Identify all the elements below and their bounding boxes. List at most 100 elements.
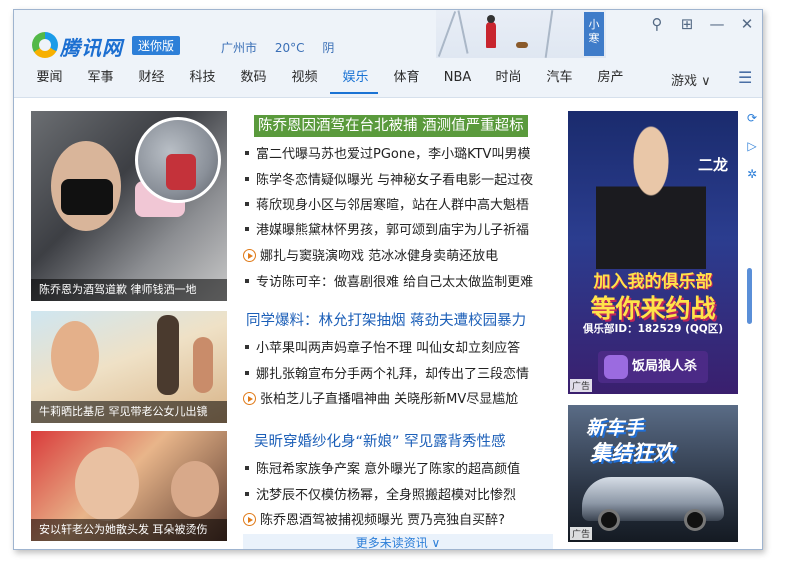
- ad-banner-racing[interactable]: 新车手 集结狂欢 广告: [568, 405, 738, 542]
- news-thumbnail[interactable]: 牛莉晒比基尼 罕见带老公女儿出镜: [31, 311, 227, 423]
- thumbnail-caption: 陈乔恩为酒驾道歉 律师钱洒一地: [31, 279, 227, 301]
- news-item[interactable]: 蒋欣现身小区与邻居寒暄，站在人群中高大魁梧: [243, 194, 563, 218]
- ad-game-logo: 饭局狼人杀: [598, 351, 708, 383]
- weather-temp: 20°C: [274, 41, 305, 55]
- scrollbar-thumb[interactable]: [747, 268, 752, 324]
- nav-item-qiche[interactable]: 汽车: [534, 68, 585, 94]
- ad-label: 广告: [570, 527, 593, 540]
- restore-icon[interactable]: ⊞: [678, 15, 696, 33]
- bullet-icon: [245, 177, 249, 181]
- nav-item-nba[interactable]: NBA: [432, 68, 483, 94]
- more-unread-button[interactable]: 更多未读资讯 ∨: [243, 534, 553, 549]
- nav-more-dropdown[interactable]: 游戏 ∨: [671, 70, 711, 89]
- news-item-text: 富二代曝马苏也爱过PGone，李小璐KTV叫男模: [256, 147, 531, 162]
- news-item[interactable]: 陈冠希家族争产案 意外曝光了陈家的超高颜值: [243, 458, 563, 482]
- bullet-icon: [245, 227, 249, 231]
- dog-figure-icon: [516, 42, 528, 48]
- nav-item-tiyu[interactable]: 体育: [381, 68, 432, 94]
- photo-figure: [75, 447, 139, 521]
- news-item-text: 专访陈可辛：做喜剧很难 给自己太太做监制更难: [256, 275, 534, 290]
- nav-item-yaowen[interactable]: 要闻: [24, 68, 75, 94]
- news-item-text: 娜扎与窦骁演吻戏 范冰冰健身卖萌还放电: [260, 249, 499, 264]
- seasonal-banner[interactable]: 小寒: [436, 10, 606, 58]
- tree-branch-icon: [437, 11, 457, 57]
- tencent-logo-icon: [32, 32, 58, 58]
- nav-item-keji[interactable]: 科技: [177, 68, 228, 94]
- ad-headline: 新车手: [586, 417, 644, 439]
- photo-inset: [135, 117, 221, 203]
- refresh-icon[interactable]: ⟳: [745, 111, 759, 125]
- photo-figure: [51, 321, 99, 391]
- ad-subheadline: 等你来约战: [590, 294, 716, 323]
- news-thumbnail[interactable]: 安以轩老公为她散头发 耳朵被烫伤: [31, 431, 227, 541]
- person-figure-icon: [486, 15, 496, 48]
- pin-icon[interactable]: ⚲: [648, 15, 666, 33]
- tree-branch-icon: [457, 10, 469, 54]
- bullet-icon: [245, 151, 249, 155]
- nav-item-yule[interactable]: 娱乐: [330, 68, 381, 94]
- ad-club-id: 俱乐部ID：182529 (QQ区): [582, 323, 724, 335]
- weather-condition: 阴: [322, 41, 335, 55]
- news-item[interactable]: 港媒曝熊黛林怀男孩，郭可颂到庙宇为儿子祈福: [243, 219, 563, 243]
- news-item[interactable]: 小苹果叫两声妈章子怡不理 叫仙女却立刻应答: [243, 337, 563, 361]
- header: 腾讯网 迷你版 广州市 20°C 阴 小寒 ⚲ ⊞ — ✕ 要闻 军事 财经 科…: [14, 10, 762, 98]
- minimize-icon[interactable]: —: [708, 15, 726, 33]
- news-item[interactable]: 娜扎张翰宣布分手两个礼拜，却传出了三段恋情: [243, 363, 563, 387]
- photo-figure: [157, 315, 179, 395]
- settings-icon[interactable]: ✲: [745, 167, 759, 181]
- solar-term-label: 小寒: [584, 12, 604, 56]
- category-nav: 要闻 军事 财经 科技 数码 视频 娱乐 体育 NBA 时尚 汽车 房产: [24, 68, 636, 94]
- play-icon[interactable]: ▷: [745, 139, 759, 153]
- nav-item-fangchan[interactable]: 房产: [585, 68, 636, 94]
- ad-banner-game[interactable]: 二龙 加入我的俱乐部 等你来约战 俱乐部ID：182529 (QQ区) 饭局狼人…: [568, 111, 738, 394]
- thumbnail-caption: 牛莉晒比基尼 罕见带老公女儿出镜: [31, 401, 227, 423]
- ad-tag: 二龙: [697, 156, 728, 174]
- news-thumbnail[interactable]: 陈乔恩为酒驾道歉 律师钱洒一地: [31, 111, 227, 301]
- brand-title: 腾讯网: [60, 36, 123, 60]
- bullet-icon: [245, 371, 249, 375]
- bullet-icon: [245, 345, 249, 349]
- close-icon[interactable]: ✕: [738, 15, 756, 33]
- video-play-icon: [243, 513, 256, 526]
- news-item-text: 沈梦辰不仅模仿杨幂，全身照搬超模对比惨烈: [256, 488, 517, 503]
- video-play-icon: [243, 392, 256, 405]
- photo-figure: [171, 461, 219, 517]
- menu-icon[interactable]: ☰: [738, 68, 752, 87]
- wheel-icon: [684, 509, 706, 531]
- news-item[interactable]: 陈乔恩酒驾被捕视频曝光 贾乃亮独自买醉?: [243, 509, 563, 533]
- news-item-text: 陈乔恩酒驾被捕视频曝光 贾乃亮独自买醉?: [260, 513, 506, 528]
- bullet-icon: [245, 202, 249, 206]
- ad-label: 广告: [570, 379, 593, 392]
- headline-link[interactable]: 陈乔恩因酒驾在台北被捕 酒测值严重超标: [254, 115, 528, 137]
- weather-city: 广州市: [221, 41, 258, 55]
- nav-item-shishang[interactable]: 时尚: [483, 68, 534, 94]
- bullet-icon: [245, 466, 249, 470]
- thumbnail-caption: 安以轩老公为她散头发 耳朵被烫伤: [31, 519, 227, 541]
- news-item[interactable]: 张柏芝儿子直播唱神曲 关晓彤新MV尽显尴尬: [243, 388, 563, 412]
- nav-item-shipin[interactable]: 视频: [279, 68, 330, 94]
- header-divider: [14, 97, 762, 98]
- mini-version-badge: 迷你版: [132, 36, 181, 55]
- wheel-icon: [598, 509, 620, 531]
- active-tab-indicator: [330, 92, 378, 94]
- weather-info[interactable]: 广州市 20°C 阴: [221, 39, 348, 56]
- news-item[interactable]: 专访陈可辛：做喜剧很难 给自己太太做监制更难: [243, 271, 563, 295]
- nav-item-shuma[interactable]: 数码: [228, 68, 279, 94]
- news-item-text: 陈冠希家族争产案 意外曝光了陈家的超高颜值: [256, 462, 521, 477]
- ad-subheadline: 集结狂欢: [590, 441, 674, 465]
- news-item[interactable]: 富二代曝马苏也爱过PGone，李小璐KTV叫男模: [243, 143, 563, 167]
- news-item-text: 张柏芝儿子直播唱神曲 关晓彤新MV尽显尴尬: [260, 392, 519, 407]
- video-play-icon: [243, 249, 256, 262]
- nav-item-caijing[interactable]: 财经: [126, 68, 177, 94]
- headline-link[interactable]: 同学爆料：林允打架抽烟 蒋劲夫遭校园暴力: [246, 310, 526, 332]
- news-item[interactable]: 娜扎与窦骁演吻戏 范冰冰健身卖萌还放电: [243, 245, 563, 269]
- ad-person-image: [596, 119, 706, 269]
- news-item-text: 蒋欣现身小区与邻居寒暄，站在人群中高大魁梧: [256, 198, 530, 213]
- headline-link[interactable]: 吴昕穿婚纱化身“新娘” 罕见露背秀性感: [254, 431, 506, 453]
- news-item-text: 娜扎张翰宣布分手两个礼拜，却传出了三段恋情: [256, 367, 530, 382]
- nav-item-junshi[interactable]: 军事: [75, 68, 126, 94]
- news-item[interactable]: 陈学冬恋情疑似曝光 与神秘女子看电影一起过夜: [243, 169, 563, 193]
- news-item[interactable]: 沈梦辰不仅模仿杨幂，全身照搬超模对比惨烈: [243, 484, 563, 508]
- bullet-icon: [245, 279, 249, 283]
- app-window: 腾讯网 迷你版 广州市 20°C 阴 小寒 ⚲ ⊞ — ✕ 要闻 军事 财经 科…: [13, 9, 763, 550]
